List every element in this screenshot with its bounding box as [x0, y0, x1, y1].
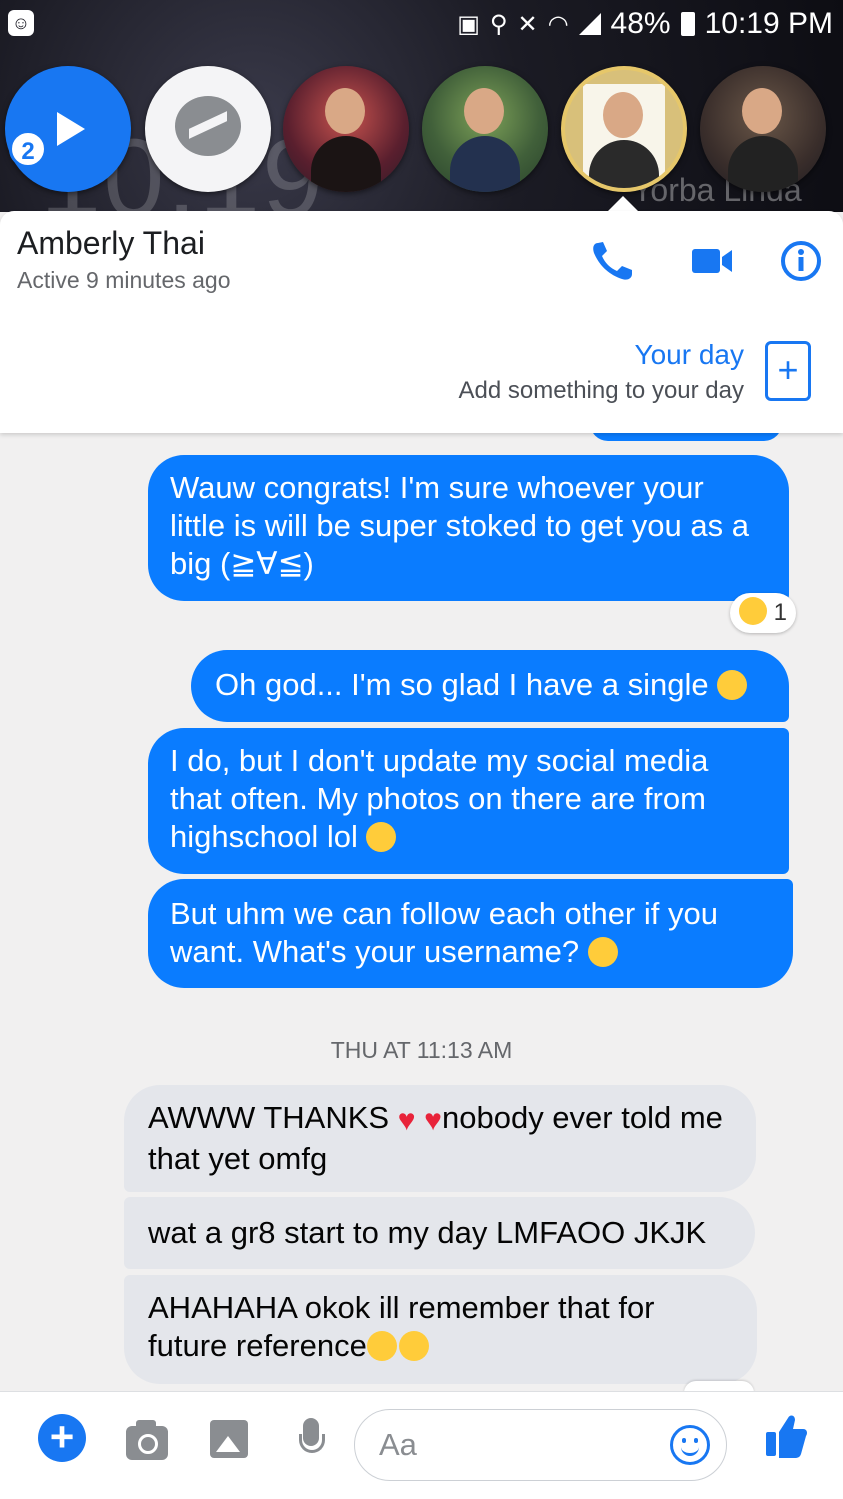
message-text: But uhm we can follow each other if you …: [170, 896, 718, 969]
microphone-icon[interactable]: [299, 1418, 325, 1453]
lock-icon: ▣: [457, 10, 480, 38]
contact-active-status: Active 9 minutes ago: [17, 267, 231, 293]
chat-head-avatar-2[interactable]: [422, 66, 548, 192]
chat-head-avatar-3[interactable]: [561, 66, 687, 192]
location-icon: ⚲: [489, 10, 508, 38]
battery-icon: [680, 12, 695, 36]
red-heart-icon: ♥: [397, 1104, 416, 1137]
status-bar: ▣ ⚲ ✕ ◠ 48% 10:19 PM: [457, 4, 833, 44]
message-reaction[interactable]: [684, 1381, 754, 1391]
incoming-message[interactable]: wat a gr8 start to my day LMFAOO JKJK: [124, 1197, 755, 1269]
emoji-icon[interactable]: [670, 1425, 710, 1465]
more-actions-button[interactable]: +: [38, 1414, 86, 1462]
message-text: AWWW THANKS: [148, 1100, 390, 1135]
play-icon: [57, 112, 85, 146]
message-timestamp: THU AT 11:13 AM: [330, 1037, 513, 1063]
call-button[interactable]: [588, 239, 638, 283]
wifi-icon: ◠: [547, 10, 569, 38]
your-day-subtitle: Add something to your day: [458, 377, 744, 404]
chat-head-avatar-4[interactable]: [700, 66, 826, 192]
mute-icon: ✕: [517, 10, 538, 38]
conversation-header: Amberly Thai Active 9 minutes ago Your d…: [0, 211, 843, 433]
message-text: I do, but I don't update my social media…: [170, 743, 709, 854]
outgoing-message[interactable]: But uhm we can follow each other if you …: [148, 879, 793, 988]
message-reaction[interactable]: 1: [730, 593, 796, 633]
signal-icon: [578, 13, 601, 35]
wallpaper-area: 10:19 Yorba Linda ☺ ▣ ⚲ ✕ ◠ 48% 10:19 PM…: [0, 0, 843, 212]
chat-head-avatar-1[interactable]: [283, 66, 409, 192]
active-head-pointer: [607, 196, 639, 212]
previous-message-bubble[interactable]: [590, 433, 782, 441]
outgoing-message[interactable]: Wauw congrats! I'm sure whoever your lit…: [148, 455, 789, 601]
message-text: Wauw congrats! I'm sure whoever your lit…: [170, 470, 749, 581]
camera-icon[interactable]: [126, 1420, 168, 1460]
add-to-day-button[interactable]: +: [765, 341, 811, 401]
info-button[interactable]: [776, 239, 826, 283]
status-time: 10:19 PM: [704, 7, 833, 40]
red-heart-icon: ♥: [424, 1104, 442, 1137]
phone-icon: [593, 242, 632, 280]
incoming-message[interactable]: AWWW THANKS ♥ ♥nobody ever told me that …: [124, 1085, 756, 1192]
upside-down-face-emoji-icon: [366, 822, 397, 852]
message-text: Oh god... I'm so glad I have a single: [215, 667, 709, 702]
battery-percent: 48%: [610, 7, 671, 40]
app-notification-icon: ☺: [8, 10, 34, 36]
incoming-message[interactable]: AHAHAHA okok ill remember that for futur…: [124, 1275, 757, 1384]
video-camera-icon: [692, 249, 732, 273]
surprised-face-emoji-icon: [587, 937, 618, 967]
outgoing-message[interactable]: Oh god... I'm so glad I have a single: [191, 650, 789, 722]
reaction-count: 1: [773, 599, 788, 626]
message-thread[interactable]: Wauw congrats! I'm sure whoever your lit…: [0, 433, 843, 1391]
composer-bar: + Aa: [0, 1391, 843, 1499]
chat-head-messenger[interactable]: [145, 66, 271, 192]
gallery-icon[interactable]: [210, 1420, 248, 1458]
outgoing-message[interactable]: I do, but I don't update my social media…: [148, 728, 789, 874]
contact-name[interactable]: Amberly Thai: [17, 225, 205, 262]
message-text: wat a gr8 start to my day LMFAOO JKJK: [148, 1215, 707, 1250]
info-icon: [781, 241, 821, 281]
heart-eyes-emoji-icon: [738, 597, 767, 625]
your-day-title[interactable]: Your day: [635, 339, 745, 371]
unread-badge: 2: [9, 130, 47, 168]
smirk-emoji-icon: [366, 1331, 397, 1361]
chat-head-play[interactable]: [5, 66, 131, 192]
smirk-emoji-icon: [398, 1331, 429, 1361]
tongue-out-emoji-icon: [717, 670, 748, 700]
video-call-button[interactable]: [688, 239, 738, 283]
thumbs-up-icon[interactable]: [764, 1412, 808, 1460]
